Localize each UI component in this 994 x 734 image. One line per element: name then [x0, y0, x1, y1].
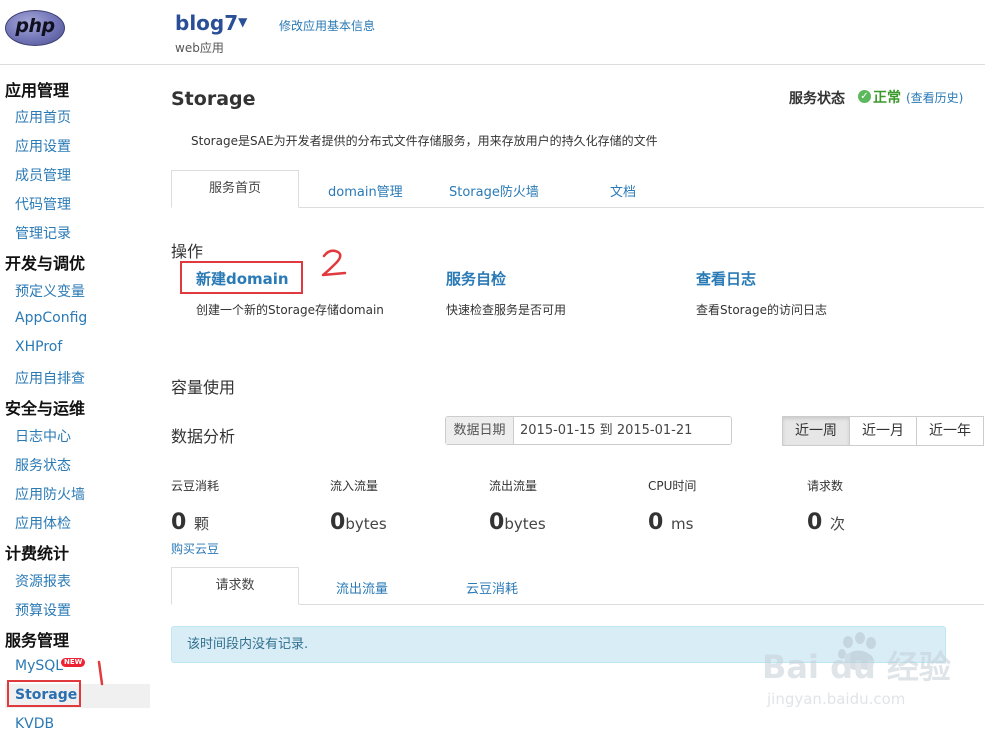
annotation-mark-2 [321, 249, 347, 277]
date-label: 数据日期 [446, 417, 514, 444]
sidebar-item-xhprof[interactable]: XHProf [15, 339, 62, 355]
stat-value-cpu: 0 ms [648, 510, 694, 535]
edit-app-info-link[interactable]: 修改应用基本信息 [279, 17, 375, 34]
service-description: Storage是SAE为开发者提供的分布式文件存储服务，用来存放用户的持久化存储… [191, 134, 658, 148]
header-divider [0, 64, 985, 65]
sidebar-item-app-settings[interactable]: 应用设置 [15, 136, 71, 156]
sidebar-item-resource-report[interactable]: 资源报表 [15, 571, 71, 591]
chart-tab-credits[interactable]: 云豆消耗 [466, 578, 518, 597]
service-status-label: 服务状态 [789, 91, 845, 107]
sidebar-group-security: 安全与运维 [5, 399, 86, 418]
tab-docs[interactable]: 文档 [610, 181, 636, 200]
buy-credits-link[interactable]: 购买云豆 [171, 540, 219, 557]
highlight-box-storage [7, 680, 81, 707]
new-badge: NEW [61, 658, 86, 667]
view-logs-link[interactable]: 查看日志 [696, 268, 756, 289]
php-logo: php [5, 10, 65, 46]
sidebar-group-services: 服务管理 [5, 631, 70, 650]
date-range-value: 2015-01-15 到 2015-01-21 [520, 423, 693, 438]
new-domain-desc: 创建一个新的Storage存储domain [196, 303, 384, 317]
sidebar-item-log-center[interactable]: 日志中心 [15, 426, 71, 446]
sidebar-item-app-firewall[interactable]: 应用防火墙 [15, 484, 85, 504]
tab-service-home[interactable]: 服务首页 [171, 170, 299, 208]
stat-label-credits: 云豆消耗 [171, 479, 220, 493]
sidebar-group-app-management: 应用管理 [5, 81, 70, 100]
sidebar-item-code[interactable]: 代码管理 [15, 194, 71, 214]
sidebar-item-predefined-vars[interactable]: 预定义变量 [15, 281, 85, 301]
stat-value-outbound: 0bytes [489, 510, 546, 535]
sidebar-group-billing: 计费统计 [5, 544, 70, 563]
tab-storage-firewall[interactable]: Storage防火墙 [449, 181, 539, 200]
range-month-button[interactable]: 近一月 [849, 416, 917, 446]
sidebar-item-app-health[interactable]: 应用体检 [15, 513, 71, 533]
chart-tab-outbound[interactable]: 流出流量 [336, 578, 388, 597]
sidebar-item-appconfig[interactable]: AppConfig [15, 310, 87, 326]
analysis-heading: 数据分析 [171, 427, 236, 446]
baidu-watermark: Bai du 经验 jingyan.baidu.com [762, 632, 951, 708]
app-type: web应用 [175, 41, 224, 55]
sidebar-item-self-check[interactable]: 应用自排查 [15, 368, 85, 388]
check-circle-icon: ✓ [858, 90, 871, 103]
operations-heading: 操作 [171, 242, 204, 261]
watermark-url: jingyan.baidu.com [766, 690, 905, 708]
watermark-brand: Bai du 经验 [762, 648, 951, 686]
stat-label-outbound: 流出流量 [489, 479, 538, 493]
tab-domain-management[interactable]: domain管理 [328, 181, 403, 200]
sidebar-item-admin-log[interactable]: 管理记录 [15, 223, 71, 243]
service-self-check-link[interactable]: 服务自检 [446, 268, 506, 289]
sidebar-item-service-status[interactable]: 服务状态 [15, 455, 71, 475]
stat-value-credits: 0 颗 [171, 510, 209, 535]
range-week-button[interactable]: 近一周 [782, 416, 850, 446]
sidebar-item-kvdb[interactable]: KVDB [15, 716, 54, 732]
stat-label-requests: 请求数 [807, 479, 844, 493]
self-check-desc: 快速检查服务是否可用 [446, 303, 567, 317]
highlight-box-new-domain [180, 261, 303, 294]
sidebar-group-dev: 开发与调优 [5, 254, 86, 273]
stat-label-inbound: 流入流量 [330, 479, 379, 493]
sidebar-item-budget[interactable]: 预算设置 [15, 600, 71, 620]
range-year-button[interactable]: 近一年 [916, 416, 984, 446]
stat-value-inbound: 0bytes [330, 510, 387, 535]
stat-label-cpu: CPU时间 [648, 479, 697, 493]
capacity-heading: 容量使用 [171, 378, 236, 397]
annotation-mark-1 [97, 660, 104, 686]
caret-down-icon: ▼ [238, 15, 248, 29]
sidebar-item-members[interactable]: 成员管理 [15, 165, 71, 185]
app-name-dropdown[interactable]: blog7▼ [175, 11, 247, 35]
range-button-group: 近一周 近一月 近一年 [782, 416, 984, 446]
stat-value-requests: 0 次 [807, 510, 845, 535]
view-logs-desc: 查看Storage的访问日志 [696, 303, 827, 317]
date-range-input[interactable]: 数据日期 2015-01-15 到 2015-01-21 [445, 416, 732, 445]
sidebar-item-app-home[interactable]: 应用首页 [15, 107, 71, 127]
chart-tab-requests[interactable]: 请求数 [171, 567, 299, 605]
view-history-link[interactable]: (查看历史) [906, 89, 963, 106]
page-title: Storage [171, 88, 256, 110]
service-status-value: 正常 [873, 90, 901, 106]
sidebar-item-mysql[interactable]: MySQL [15, 658, 63, 674]
